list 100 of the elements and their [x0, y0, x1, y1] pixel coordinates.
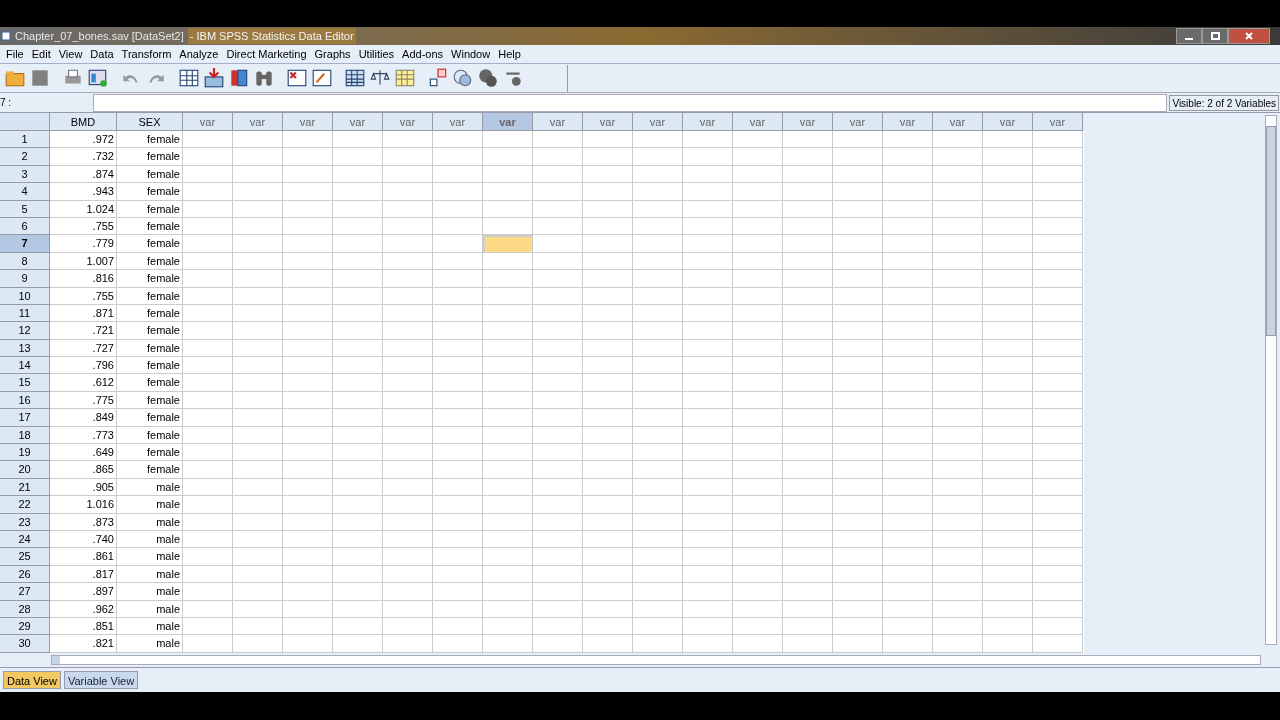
horizontal-scrollbar[interactable]: [51, 655, 1261, 665]
value-labels-icon[interactable]: [427, 67, 449, 89]
visible-variables-label: Visible: 2 of 2 Variables: [1169, 94, 1279, 111]
table-cell: male: [117, 565, 183, 584]
row-header[interactable]: 9: [0, 270, 50, 288]
menu-item[interactable]: Data: [86, 45, 118, 63]
row-header[interactable]: 22: [0, 496, 50, 514]
column-header[interactable]: var: [733, 113, 783, 131]
row-header[interactable]: 30: [0, 635, 50, 653]
column-header[interactable]: BMD: [50, 113, 117, 131]
column-header[interactable]: var: [683, 113, 733, 131]
column-header[interactable]: SEX: [117, 113, 183, 131]
column-header[interactable]: var: [383, 113, 433, 131]
column-header[interactable]: var: [883, 113, 933, 131]
table-cell: female: [117, 235, 183, 253]
menu-item[interactable]: Direct Marketing: [222, 45, 311, 63]
menu-item[interactable]: Graphs: [310, 45, 355, 63]
dialog-icon[interactable]: [87, 67, 109, 89]
table-cell: female: [117, 252, 183, 271]
insert-row-icon[interactable]: [203, 67, 225, 89]
vertical-scrollbar[interactable]: [1265, 115, 1277, 645]
column-header[interactable]: var: [783, 113, 833, 131]
circles-icon[interactable]: [452, 67, 474, 89]
table-cell: .649: [50, 444, 117, 462]
table-icon[interactable]: [178, 67, 200, 89]
view-tab[interactable]: Data View: [3, 671, 61, 689]
table-cell: female: [117, 357, 183, 375]
grid-mark-icon[interactable]: [286, 67, 308, 89]
menu-item[interactable]: Analyze: [175, 45, 223, 63]
column-header[interactable]: var: [333, 113, 383, 131]
table-cell: .851: [50, 617, 117, 636]
column-header[interactable]: var: [1033, 113, 1083, 131]
menu-item[interactable]: Add-ons: [398, 45, 448, 63]
columns-icon[interactable]: [228, 67, 250, 89]
maximize-icon: [1210, 32, 1220, 40]
menu-item[interactable]: Help: [494, 45, 525, 63]
row-header[interactable]: 25: [0, 548, 50, 566]
table-cell: female: [117, 322, 183, 340]
column-header[interactable]: var: [283, 113, 333, 131]
table-cell: female: [117, 287, 183, 305]
spreadsheet-icon: [1, 31, 11, 41]
close-icon: [1245, 32, 1253, 40]
circles-icon[interactable]: [477, 67, 499, 89]
menu-item[interactable]: Utilities: [354, 45, 399, 63]
table-cell: female: [117, 148, 183, 166]
row-header[interactable]: 12: [0, 322, 50, 340]
table-cell: .905: [50, 478, 117, 497]
column-header[interactable]: var: [633, 113, 683, 131]
menu-item[interactable]: Window: [447, 45, 495, 63]
table-cell: .727: [50, 339, 117, 358]
save-icon[interactable]: [29, 67, 51, 89]
menu-item[interactable]: Edit: [27, 45, 55, 63]
row-header[interactable]: 1: [0, 131, 50, 149]
maximize-button[interactable]: [1202, 28, 1228, 44]
row-header[interactable]: 17: [0, 409, 50, 427]
table-cell: .865: [50, 461, 117, 479]
row-header[interactable]: 19: [0, 444, 50, 462]
view-tab[interactable]: Variable View: [63, 671, 139, 689]
row-header[interactable]: 2: [0, 148, 50, 166]
column-header[interactable]: var: [233, 113, 283, 131]
table-cell: female: [117, 391, 183, 410]
row-header[interactable]: 4: [0, 183, 50, 201]
close-button[interactable]: [1228, 28, 1270, 44]
window-title: - IBM SPSS Statistics Data Editor: [187, 27, 356, 45]
row-header[interactable]: 14: [0, 357, 50, 375]
corner-header[interactable]: [0, 113, 50, 131]
table-cell: male: [117, 478, 183, 497]
table-cell: .773: [50, 426, 117, 445]
menu-item[interactable]: View: [54, 45, 87, 63]
row-header[interactable]: 7: [0, 235, 50, 253]
column-header[interactable]: var: [533, 113, 583, 131]
selected-cell[interactable]: [483, 235, 533, 253]
table-cell: male: [117, 600, 183, 618]
table-cell: .755: [50, 287, 117, 305]
table-cell: .962: [50, 600, 117, 618]
column-header[interactable]: var: [433, 113, 483, 131]
minimize-button[interactable]: [1176, 28, 1202, 44]
table-cell: .849: [50, 409, 117, 427]
table-cell: .816: [50, 270, 117, 288]
table-cell: female: [117, 374, 183, 392]
menu-item[interactable]: Transform: [117, 45, 176, 63]
cell-editor-field[interactable]: [93, 93, 1168, 112]
row-header[interactable]: 20: [0, 461, 50, 479]
table-cell: .740: [50, 531, 117, 549]
table-cell: female: [117, 270, 183, 288]
column-header[interactable]: var: [833, 113, 883, 131]
table-cell: female: [117, 339, 183, 358]
menu-item[interactable]: File: [2, 45, 28, 63]
column-header[interactable]: var: [983, 113, 1033, 131]
spreadsheet-icon[interactable]: [344, 67, 366, 89]
table-cell: male: [117, 583, 183, 601]
chart-edit-icon[interactable]: [311, 67, 333, 89]
column-header[interactable]: var: [183, 113, 233, 131]
minimize-icon: [1185, 38, 1193, 40]
column-header[interactable]: var: [933, 113, 983, 131]
table-cell: male: [117, 496, 183, 514]
column-header[interactable]: var: [583, 113, 633, 131]
row-header[interactable]: 27: [0, 583, 50, 601]
table-cell: .972: [50, 131, 117, 149]
row-header[interactable]: 15: [0, 374, 50, 392]
